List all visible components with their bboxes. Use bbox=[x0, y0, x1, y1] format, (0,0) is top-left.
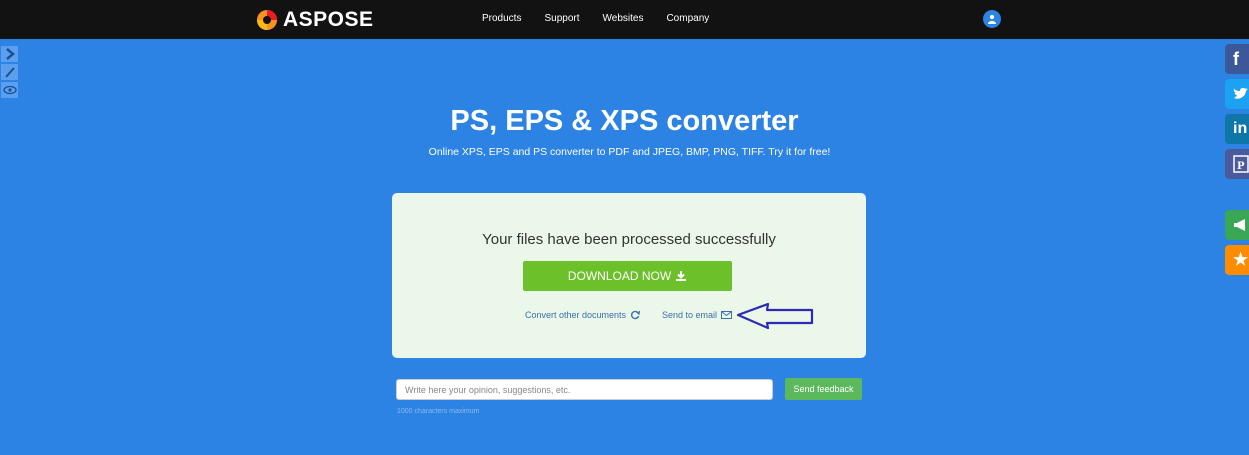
nav-products[interactable]: Products bbox=[482, 13, 521, 24]
main-nav: Products Support Websites Company bbox=[482, 13, 732, 24]
refresh-icon bbox=[631, 310, 641, 320]
brush-icon bbox=[4, 67, 15, 78]
view-tool-button[interactable] bbox=[1, 82, 18, 98]
eye-icon bbox=[2, 85, 17, 95]
announcements-button[interactable] bbox=[1225, 210, 1249, 240]
character-limit-note: 1000 characters maximum bbox=[397, 408, 480, 415]
social-spacer bbox=[1225, 184, 1249, 210]
favorite-button[interactable]: ★ bbox=[1225, 245, 1249, 275]
send-to-email-link[interactable]: Send to email bbox=[662, 310, 733, 320]
nav-websites[interactable]: Websites bbox=[603, 13, 644, 24]
logo-text: ASPOSE bbox=[283, 8, 374, 31]
convert-other-link[interactable]: Convert other documents bbox=[525, 310, 641, 320]
nav-company[interactable]: Company bbox=[666, 13, 709, 24]
brush-tool-button[interactable] bbox=[1, 64, 18, 80]
aspose-logo[interactable]: ASPOSE bbox=[256, 7, 374, 33]
nav-support[interactable]: Support bbox=[544, 13, 579, 24]
social-share-bar: f in P ★ bbox=[1225, 44, 1249, 280]
user-icon bbox=[988, 14, 996, 24]
megaphone-icon bbox=[1234, 219, 1245, 231]
star-icon: ★ bbox=[1233, 250, 1249, 269]
annotation-arrow-icon bbox=[736, 302, 814, 330]
page-subtitle: Online XPS, EPS and PS converter to PDF … bbox=[428, 146, 831, 158]
download-now-button[interactable]: DOWNLOAD NOW bbox=[523, 261, 732, 291]
twitter-icon bbox=[1233, 87, 1248, 99]
feedback-input[interactable] bbox=[396, 379, 773, 400]
left-toolbar bbox=[1, 46, 18, 98]
page-title: PS, EPS & XPS converter bbox=[450, 105, 799, 137]
result-panel: Your files have been processed successfu… bbox=[392, 193, 866, 358]
user-account-button[interactable] bbox=[983, 10, 1001, 28]
top-navigation-bar: ASPOSE Products Support Websites Company bbox=[0, 0, 1249, 39]
envelope-icon bbox=[721, 311, 733, 319]
send-to-email-label: Send to email bbox=[662, 310, 718, 320]
download-label: DOWNLOAD NOW bbox=[567, 269, 672, 283]
svg-text:P: P bbox=[1237, 161, 1245, 172]
facebook-icon: f bbox=[1233, 48, 1239, 69]
expand-toolbar-button[interactable] bbox=[1, 46, 18, 62]
download-icon bbox=[676, 271, 687, 281]
aspose-logo-icon bbox=[257, 10, 277, 30]
convert-other-label: Convert other documents bbox=[525, 310, 627, 320]
send-feedback-button[interactable]: Send feedback bbox=[785, 378, 862, 400]
success-message: Your files have been processed successfu… bbox=[482, 231, 776, 248]
chevron-right-icon bbox=[5, 48, 15, 60]
facebook-button[interactable]: f bbox=[1225, 44, 1249, 74]
